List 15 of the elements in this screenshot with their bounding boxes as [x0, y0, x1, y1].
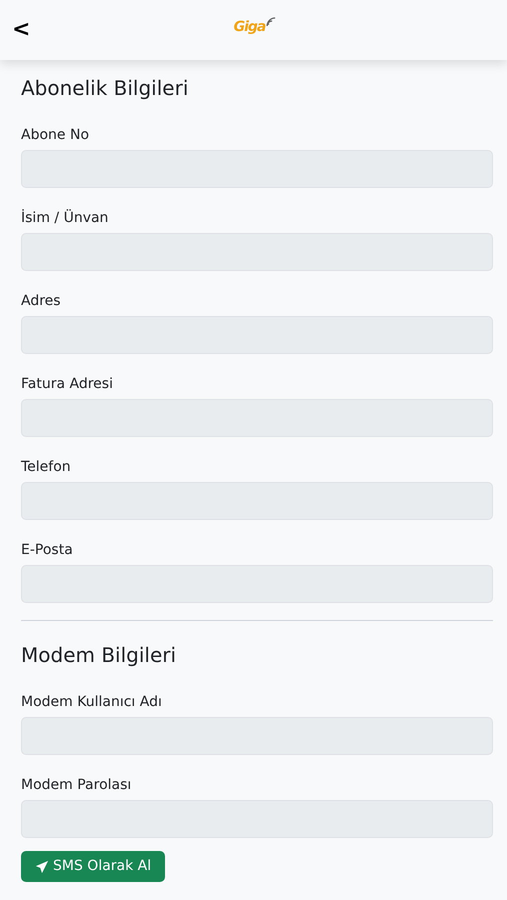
back-button[interactable]: <	[0, 19, 42, 41]
field-label: Modem Parolası	[21, 776, 132, 795]
field-label: Abone No	[21, 126, 90, 145]
sms-button[interactable]: SMS Olarak Al	[21, 851, 166, 882]
field-label: İsim / Ünvan	[21, 208, 108, 228]
section-title: Abonelik Bilgileri	[21, 76, 190, 100]
field-label: Modem Kullanıcı Adı	[21, 693, 162, 712]
field-label: Telefon	[21, 458, 71, 477]
section-title: Modem Bilgileri	[21, 643, 178, 667]
wifi-icon	[265, 16, 278, 28]
field-label: Fatura Adresi	[21, 375, 113, 394]
logo: Giga	[234, 16, 274, 38]
field-label: E-Posta	[21, 541, 73, 560]
send-icon	[35, 860, 49, 874]
field-label: Adres	[21, 292, 61, 311]
